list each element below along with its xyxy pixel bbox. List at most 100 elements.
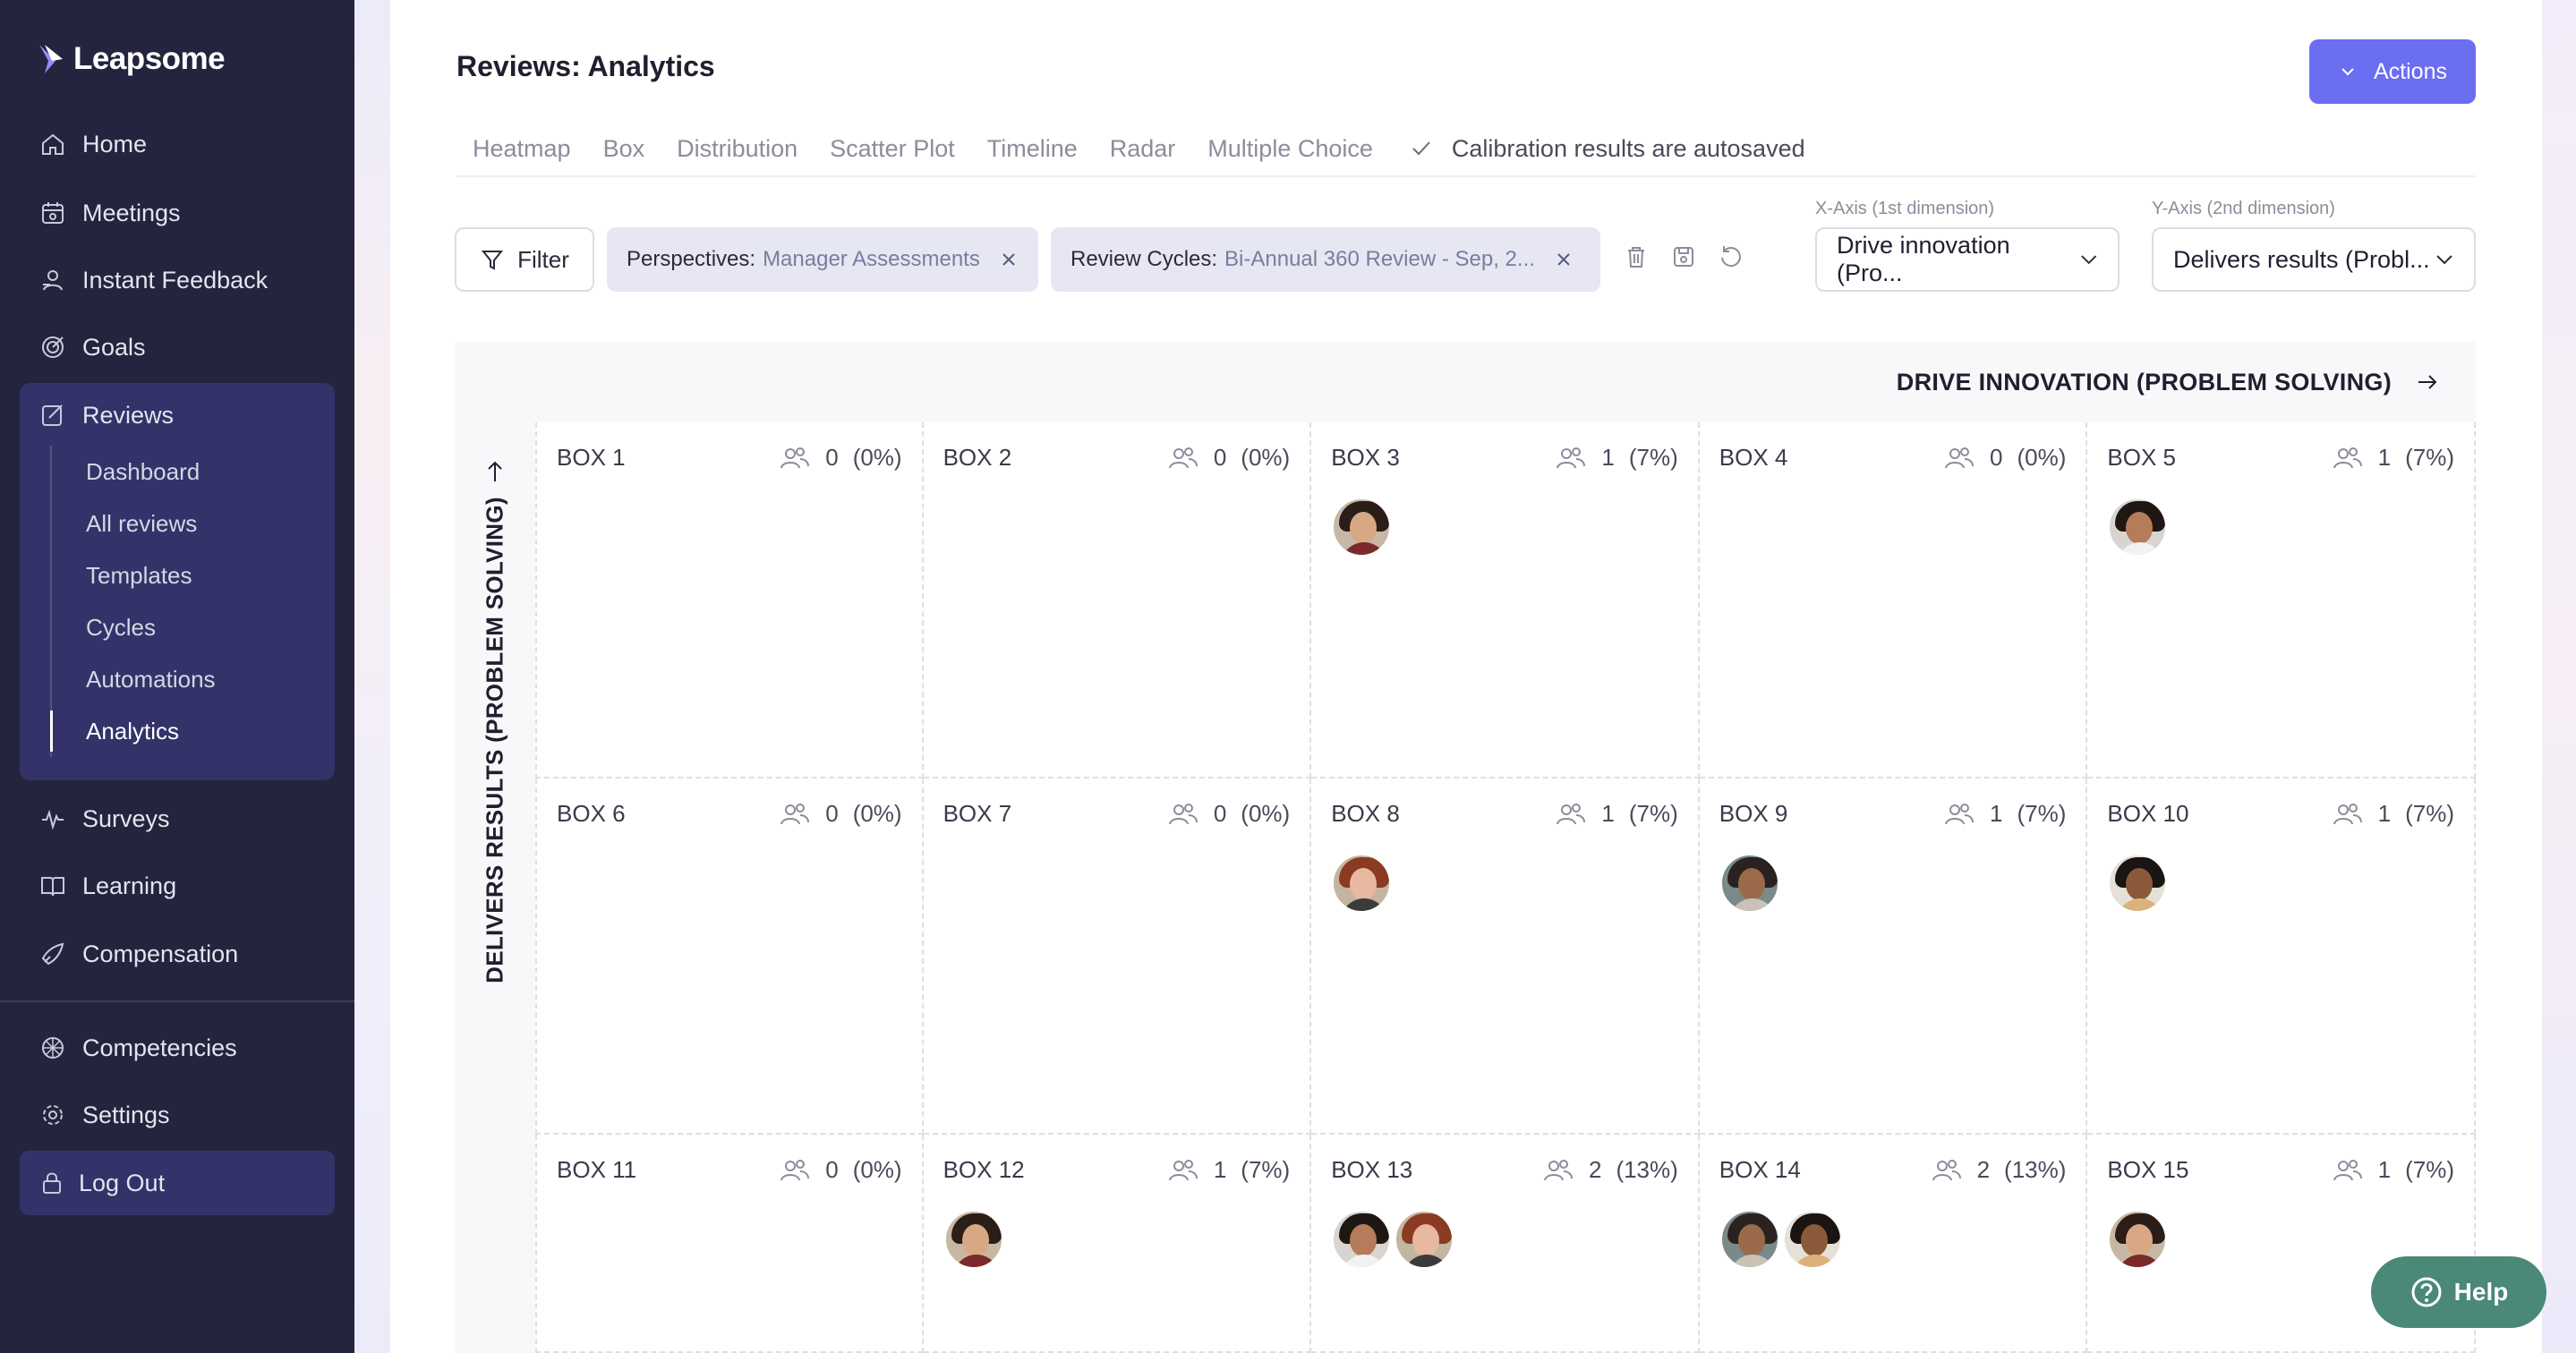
tab-radar[interactable]: Radar (1110, 131, 1176, 166)
box-avatars (1331, 853, 1678, 914)
box-cell[interactable]: BOX 14 2 (13%) (1699, 1135, 2088, 1353)
close-icon[interactable] (1000, 251, 1018, 268)
box-header: BOX 7 0 (0%) (943, 800, 1291, 828)
avatar[interactable] (943, 1209, 1004, 1270)
avatar[interactable] (2107, 853, 2169, 914)
x-axis-value: Drive innovation (Pro... (1837, 232, 2010, 286)
box-cell[interactable]: BOX 10 1 (7%) (2087, 779, 2476, 1135)
avatar[interactable] (2107, 1209, 2169, 1270)
box-header: BOX 12 1 (7%) (943, 1156, 1291, 1184)
box-count: 0 (0%) (1943, 444, 2066, 472)
sidebar-subitem-analytics[interactable]: Analytics (50, 705, 319, 757)
logout-label: Log Out (79, 1169, 166, 1196)
sidebar-subitem-all-reviews[interactable]: All reviews (52, 498, 319, 549)
sidebar-subitem-cycles[interactable]: Cycles (52, 601, 319, 653)
box-count-value: 0 (825, 444, 839, 471)
sidebar-item-instant-feedback[interactable]: Instant Feedback (20, 252, 335, 308)
box-count-value: 1 (1213, 1156, 1227, 1183)
logout-button[interactable]: Log Out (20, 1151, 335, 1215)
box-label: BOX 12 (943, 1156, 1025, 1183)
box-cell[interactable]: BOX 12 1 (7%) (923, 1135, 1312, 1353)
sidebar-subitem-templates[interactable]: Templates (52, 549, 319, 601)
avatar[interactable] (1719, 853, 1780, 914)
avatar[interactable] (2107, 497, 2169, 557)
tab-timeline[interactable]: Timeline (987, 131, 1078, 166)
box-header: BOX 10 1 (7%) (2107, 800, 2454, 828)
sidebar-item-learning[interactable]: Learning (20, 858, 335, 914)
tab-multiple-choice[interactable]: Multiple Choice (1207, 131, 1373, 166)
people-icon (1932, 1159, 1961, 1180)
y-axis-title: DELIVERS RESULTS (PROBLEM SOLVING) (481, 497, 508, 983)
box-avatars (1719, 1209, 2067, 1270)
box-label: BOX 9 (1719, 800, 1788, 827)
box-cell[interactable]: BOX 9 1 (7%) (1699, 779, 2088, 1135)
autosave-status: Calibration results are autosaved (1409, 135, 1805, 163)
avatar[interactable] (1394, 1209, 1455, 1270)
sidebar-subitem-automations[interactable]: Automations (52, 653, 319, 705)
save-icon[interactable] (1670, 243, 1697, 270)
box-cell[interactable]: BOX 2 0 (0%) (923, 422, 1312, 779)
box-header: BOX 1 0 (0%) (557, 444, 902, 472)
reviews-icon (42, 404, 63, 426)
help-button[interactable]: Help (2371, 1256, 2546, 1328)
sidebar-subitem-dashboard[interactable]: Dashboard (52, 446, 319, 498)
box-cell[interactable]: BOX 1 0 (0%) (535, 422, 924, 779)
page-title: Reviews: Analytics (456, 50, 715, 82)
lock-icon (43, 1172, 61, 1194)
sidebar-item-goals[interactable]: Goals (20, 319, 335, 375)
box-count: 2 (13%) (1542, 1156, 1678, 1184)
box-count-value: 1 (1601, 444, 1615, 471)
close-icon[interactable] (1555, 251, 1573, 268)
reset-icon[interactable] (1718, 243, 1744, 270)
check-icon (1412, 141, 1430, 156)
actions-button[interactable]: Actions (2309, 39, 2476, 104)
box-cell[interactable]: BOX 6 0 (0%) (535, 779, 924, 1135)
box-cell[interactable]: BOX 7 0 (0%) (923, 779, 1312, 1135)
tab-box[interactable]: Box (603, 131, 645, 166)
trash-icon[interactable] (1623, 243, 1650, 270)
sidebar-item-label: Reviews (82, 401, 175, 429)
box-header: BOX 13 2 (13%) (1331, 1156, 1678, 1184)
sidebar-item-meetings[interactable]: Meetings (20, 185, 335, 241)
box-count-percent: (0%) (2017, 444, 2067, 471)
box-cell[interactable]: BOX 3 1 (7%) (1311, 422, 1700, 779)
tab-heatmap[interactable]: Heatmap (473, 131, 571, 166)
avatar[interactable] (1781, 1209, 1843, 1270)
box-cell[interactable]: BOX 11 0 (0%) (535, 1135, 924, 1353)
box-label: BOX 6 (557, 800, 626, 827)
people-icon (1557, 803, 1586, 824)
box-cell[interactable]: BOX 4 0 (0%) (1699, 422, 2088, 779)
filter-label: Filter (517, 245, 569, 273)
box-count-value: 1 (2377, 800, 2392, 827)
settings-icon (43, 1105, 63, 1125)
x-axis-select[interactable]: Drive innovation (Pro... (1815, 227, 2120, 292)
sidebar-item-surveys[interactable]: Surveys (20, 791, 335, 847)
sidebar-item-compensation[interactable]: Compensation (20, 926, 335, 982)
box-count-percent: (0%) (852, 1156, 902, 1183)
sidebar-item-settings[interactable]: Settings (20, 1087, 335, 1143)
tab-distribution[interactable]: Distribution (677, 131, 798, 166)
sidebar-item-home[interactable]: Home (20, 116, 335, 172)
box-count-percent: (13%) (2004, 1156, 2067, 1183)
y-axis-select[interactable]: Delivers results (Probl... (2152, 227, 2476, 292)
tab-scatter-plot[interactable]: Scatter Plot (830, 131, 955, 166)
sidebar-item-label: Learning (82, 872, 177, 899)
leapsome-logo[interactable]: Leapsome (36, 39, 226, 79)
filter-chip-perspectives[interactable]: Perspectives: Manager Assessments (607, 227, 1038, 292)
sidebar-item-competencies[interactable]: Competencies (20, 1020, 335, 1076)
box-header: BOX 11 0 (0%) (557, 1156, 902, 1184)
filter-chip-review-cycles[interactable]: Review Cycles: Bi-Annual 360 Review - Se… (1051, 227, 1600, 292)
competencies-icon (42, 1037, 64, 1059)
avatar[interactable] (1331, 1209, 1393, 1270)
filter-button[interactable]: Filter (455, 227, 594, 292)
box-cell[interactable]: BOX 13 2 (13%) (1311, 1135, 1700, 1353)
avatar[interactable] (1719, 1209, 1780, 1270)
learning-icon (41, 877, 64, 897)
box-cell[interactable]: BOX 8 1 (7%) (1311, 779, 1700, 1135)
x-axis-header: DRIVE INNOVATION (PROBLEM SOLVING) (455, 342, 2476, 422)
sidebar-item-reviews[interactable]: Reviews (20, 387, 335, 443)
avatar[interactable] (1331, 853, 1393, 914)
avatar[interactable] (1331, 497, 1393, 557)
sidebar-item-label: Goals (82, 333, 146, 361)
box-cell[interactable]: BOX 5 1 (7%) (2087, 422, 2476, 779)
